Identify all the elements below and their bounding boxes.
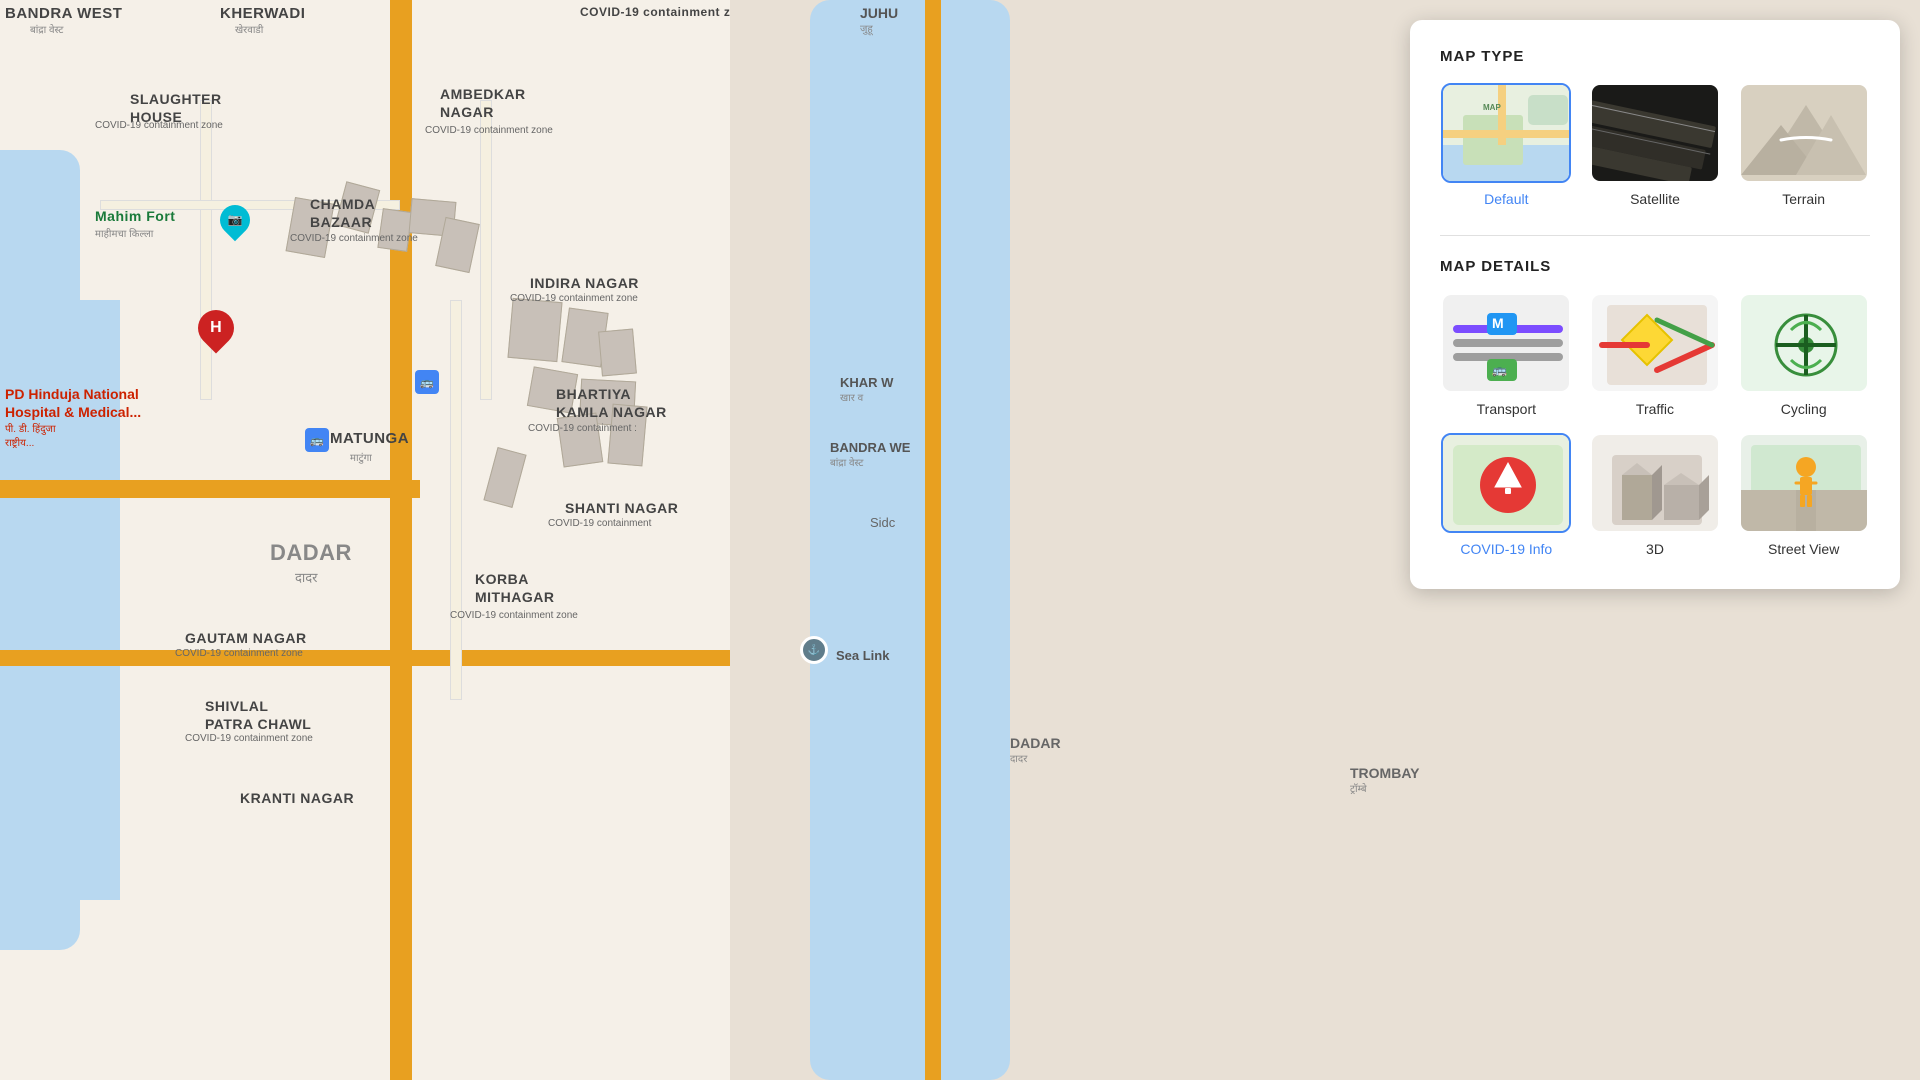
map-details-grid: M 🚌 Transport Traffic (1440, 293, 1870, 557)
road-s2 (480, 100, 492, 400)
map-option-3d[interactable]: 3D (1589, 433, 1722, 557)
label-kranti: KRANTI NAGAR (240, 790, 354, 806)
sea-link-pin[interactable]: ⚓ (800, 636, 828, 664)
building6 (507, 298, 562, 362)
building9 (527, 366, 578, 413)
map-option-thumb-satellite (1590, 83, 1720, 183)
map-option-thumb-traffic (1590, 293, 1720, 393)
label-hinduja: PD Hinduja NationalHospital & Medical...… (5, 385, 141, 449)
label-bandra-west-dev: बांद्रा वेस्ट (30, 22, 63, 36)
label-shivlal-covid: COVID-19 containment zone (185, 733, 313, 744)
transit-icon2: 🚌 (305, 428, 329, 452)
svg-text:🚌: 🚌 (1492, 363, 1507, 377)
map-option-label-streetview: Street View (1768, 541, 1839, 557)
map-option-label-cycling: Cycling (1781, 401, 1827, 417)
map-option-streetview[interactable]: Street View (1737, 433, 1870, 557)
water-sea (810, 0, 1010, 1080)
label-indira: INDIRA NAGAR (530, 275, 639, 291)
svg-text:M: M (1492, 315, 1504, 331)
map-option-thumb-terrain (1739, 83, 1869, 183)
label-mahim-dev: माहीमचा किल्ला (95, 226, 153, 240)
map-option-transport[interactable]: M 🚌 Transport (1440, 293, 1573, 417)
building1 (286, 197, 335, 258)
map-option-thumb-covid (1441, 433, 1571, 533)
label-korba-covid: COVID-19 containment zone (450, 610, 578, 621)
label-shivlal: SHIVLALPATRA CHAWL (205, 697, 311, 733)
road-h2 (0, 650, 730, 666)
svg-text:MAP: MAP (1483, 103, 1501, 112)
label-gautam: GAUTAM NAGAR (185, 630, 307, 646)
map-option-label-3d: 3D (1646, 541, 1664, 557)
building13 (483, 447, 526, 508)
label-korba: KORBAMITHAGAR (475, 570, 554, 606)
map-option-thumb-streetview (1739, 433, 1869, 533)
label-dadar: DADAR (270, 540, 352, 566)
label-kherwadi: KHERWADI (220, 5, 305, 22)
map-option-label-terrain: Terrain (1782, 191, 1825, 207)
building12 (607, 404, 647, 467)
label-juhu: JUHU जुहू (860, 5, 898, 35)
map-option-terrain[interactable]: Terrain (1737, 83, 1870, 207)
map-option-label-traffic: Traffic (1636, 401, 1674, 417)
road-h1 (0, 480, 420, 498)
label-dadar-right: DADAR दादर (1010, 735, 1061, 765)
section-divider (1440, 235, 1870, 236)
label-bandra-west: BANDRA WEST (5, 5, 122, 22)
map-option-traffic[interactable]: Traffic (1589, 293, 1722, 417)
map-option-thumb-cycling (1739, 293, 1869, 393)
hospital-pin[interactable]: H (198, 310, 234, 346)
road-s1 (200, 100, 212, 400)
label-sidc: Sidc (870, 515, 895, 530)
building8 (598, 329, 637, 377)
label-shanti-covid: COVID-19 containment (548, 518, 651, 529)
label-kherwadi-dev: खेरवाडी (235, 22, 263, 36)
label-bandra-we: BANDRA WE बांद्रा वेस्ट (830, 440, 910, 469)
label-khar: KHAR W खार व (840, 375, 893, 404)
map-option-cycling[interactable]: Cycling (1737, 293, 1870, 417)
map-option-thumb-transport: M 🚌 (1441, 293, 1571, 393)
map-option-label-default: Default (1484, 191, 1528, 207)
map-options-panel: MAP TYPE MAP Default (1410, 20, 1900, 589)
label-shanti: SHANTI NAGAR (565, 500, 678, 516)
building3 (377, 208, 412, 252)
map-option-label-transport: Transport (1477, 401, 1536, 417)
map-type-title: MAP TYPE (1440, 48, 1870, 65)
map-option-thumb-3d (1590, 433, 1720, 533)
building2 (335, 181, 380, 234)
label-trombay: TROMBAY ट्रॉम्बे (1350, 765, 1420, 795)
map-option-label-covid: COVID-19 Info (1460, 541, 1552, 557)
label-dadar-dev: दादर (295, 568, 318, 586)
map-option-covid[interactable]: COVID-19 Info (1440, 433, 1573, 557)
label-matunga-dev: माटुंगा (350, 450, 372, 464)
building11 (557, 412, 604, 467)
label-mahim: Mahim Fort (95, 208, 175, 224)
road-main-vertical (390, 0, 412, 1080)
transit-icon1: 🚌 (415, 370, 439, 394)
coastal-road (925, 0, 941, 1080)
map-type-grid: MAP Default Satellite (1440, 83, 1870, 207)
map-option-satellite[interactable]: Satellite (1589, 83, 1722, 207)
map-option-label-satellite: Satellite (1630, 191, 1680, 207)
label-covid-top: COVID-19 containment zo... (580, 5, 750, 19)
map-option-default[interactable]: MAP Default (1440, 83, 1573, 207)
road-s4 (450, 300, 462, 700)
mahim-fort-pin[interactable]: 📷 (220, 205, 250, 235)
map-details-title: MAP DETAILS (1440, 258, 1870, 275)
map-option-thumb-default: MAP (1441, 83, 1571, 183)
